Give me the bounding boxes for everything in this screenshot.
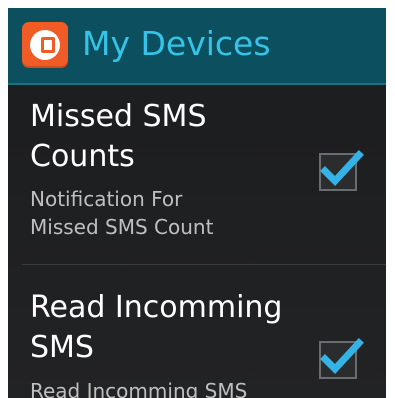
preference-summary-line: Read Incomming SMS	[30, 379, 248, 398]
preference-title-line: Read Incomming	[30, 290, 283, 325]
preference-title: Missed SMS Counts	[30, 97, 320, 177]
preference-title-line: Counts	[30, 139, 135, 174]
read-incoming-sms-checkbox[interactable]	[319, 338, 364, 379]
page-title: My Devices	[82, 24, 271, 63]
preference-title: Read Incomming SMS	[30, 288, 320, 368]
screen: My Devices Missed SMS Counts Notificatio…	[8, 8, 386, 398]
checkmark-icon	[320, 338, 364, 375]
preference-summary: Read Incomming SMS	[30, 377, 320, 398]
preference-summary-line: Missed SMS Count	[30, 215, 214, 239]
checkmark-icon	[320, 150, 364, 187]
preference-title-line: SMS	[30, 330, 94, 365]
preference-read-incoming-sms[interactable]: Read Incomming SMS Read Incomming SMS	[8, 265, 386, 398]
preference-title-line: Missed SMS	[30, 99, 207, 134]
action-bar: My Devices	[8, 8, 386, 85]
preference-summary-line: Notification For	[30, 187, 183, 211]
preference-missed-sms-counts[interactable]: Missed SMS Counts Notification For Misse…	[8, 85, 386, 265]
preference-summary: Notification For Missed SMS Count	[30, 185, 320, 241]
app-logo-icon[interactable]	[22, 22, 68, 68]
missed-sms-counts-checkbox[interactable]	[319, 150, 364, 191]
